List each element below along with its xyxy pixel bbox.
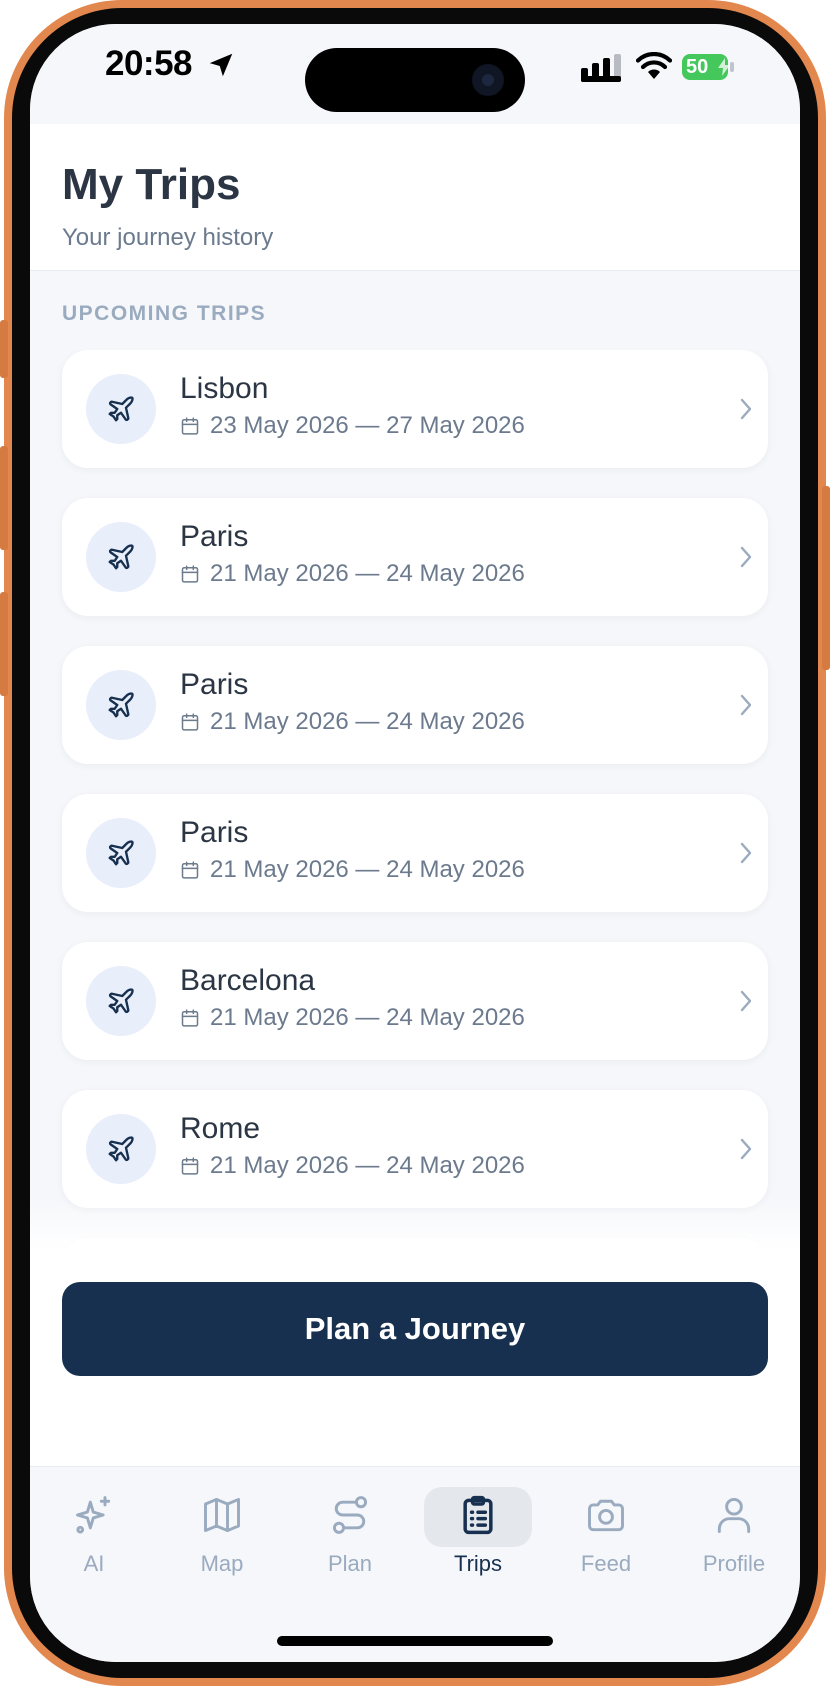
- home-indicator: [277, 1636, 553, 1646]
- trip-list[interactable]: Lisbon 23 May 2026 — 27 May 2026 Paris 21 M…: [30, 350, 800, 1250]
- calendar-icon: [181, 1157, 199, 1175]
- tab-label: AI: [83, 1551, 105, 1576]
- trip-date-range: 21 May 2026 — 24 May 2026: [210, 708, 525, 735]
- trip-date-range: 21 May 2026 — 24 May 2026: [210, 856, 525, 883]
- chevron-right-icon: [740, 694, 752, 716]
- trip-city: Barcelona: [180, 964, 316, 997]
- plane-icon: [108, 692, 134, 718]
- wifi-icon: [636, 52, 672, 79]
- trip-card[interactable]: Rome 21 May 2026 — 24 May 2026: [62, 1090, 768, 1208]
- plan-journey-button[interactable]: Plan a Journey: [62, 1282, 768, 1376]
- trip-city: Paris: [180, 816, 249, 849]
- trip-icon-badge: [86, 818, 156, 888]
- user-icon: [717, 1497, 751, 1533]
- trip-icon-badge: [86, 670, 156, 740]
- chevron-right-icon: [740, 990, 752, 1012]
- front-camera: [472, 64, 504, 96]
- trip-icon-badge: [86, 522, 156, 592]
- cellular-signal-icon: [581, 54, 621, 82]
- status-bar: 20:58 50: [30, 24, 800, 124]
- tab-profile[interactable]: Profile: [670, 1467, 798, 1587]
- calendar-icon: [181, 565, 199, 583]
- page-subtitle: Your journey history: [62, 224, 274, 251]
- trip-date-range: 23 May 2026 — 27 May 2026: [210, 412, 525, 439]
- battery-cap: [730, 62, 734, 72]
- sparkles-icon: [76, 1496, 111, 1534]
- chevron-right-icon: [740, 842, 752, 864]
- list-fade: [30, 1196, 800, 1250]
- chevron-right-icon: [740, 546, 752, 568]
- location-arrow-icon: [209, 53, 233, 77]
- status-time: 20:58: [105, 44, 193, 83]
- trip-card[interactable]: Paris 21 May 2026 — 24 May 2026: [62, 498, 768, 616]
- battery-indicator: 50: [682, 54, 730, 80]
- trip-date-range: 21 May 2026 — 24 May 2026: [210, 1152, 525, 1179]
- route-icon: [332, 1496, 368, 1534]
- trip-card[interactable]: Paris 21 May 2026 — 24 May 2026: [62, 646, 768, 764]
- map-icon: [204, 1497, 240, 1533]
- tab-label: Trips: [453, 1551, 503, 1576]
- trip-city: Rome: [180, 1112, 261, 1145]
- battery-level: 50: [686, 56, 709, 78]
- trip-card[interactable]: Barcelona 21 May 2026 — 24 May 2026: [62, 942, 768, 1060]
- plane-icon: [108, 396, 134, 422]
- charging-bolt-icon: [718, 58, 730, 76]
- tab-label: Feed: [580, 1551, 632, 1576]
- section-label: UPCOMING TRIPS: [62, 302, 267, 325]
- tab-bar: AI Map Plan Trips Feed Profile: [30, 1466, 800, 1662]
- trip-date-range: 21 May 2026 — 24 May 2026: [210, 1004, 525, 1031]
- trip-icon-badge: [86, 966, 156, 1036]
- tab-plan[interactable]: Plan: [286, 1467, 414, 1587]
- tab-trips[interactable]: Trips: [414, 1467, 542, 1587]
- calendar-icon: [181, 713, 199, 731]
- chevron-right-icon: [740, 398, 752, 420]
- phone-device: 20:58 50 My Trips Your journey history U…: [0, 0, 830, 1686]
- app-screen: 20:58 50 My Trips Your journey history U…: [30, 24, 800, 1662]
- camera-icon: [588, 1499, 624, 1532]
- calendar-icon: [181, 417, 199, 435]
- calendar-icon: [181, 861, 199, 879]
- trip-card[interactable]: Paris 21 May 2026 — 24 May 2026: [62, 794, 768, 912]
- plane-icon: [108, 544, 134, 570]
- cta-area: Plan a Journey: [30, 1250, 800, 1466]
- page-header: My Trips Your journey history: [30, 124, 800, 271]
- calendar-icon: [181, 1009, 199, 1027]
- tab-label: Map: [200, 1551, 244, 1576]
- clipboard-list-icon: [463, 1495, 493, 1535]
- trip-card[interactable]: Lisbon 23 May 2026 — 27 May 2026: [62, 350, 768, 468]
- page-title: My Trips: [62, 160, 241, 209]
- tab-ai[interactable]: AI: [30, 1467, 158, 1587]
- chevron-right-icon: [740, 1138, 752, 1160]
- plane-icon: [108, 988, 134, 1014]
- plane-icon: [108, 840, 134, 866]
- action-button: [0, 320, 8, 378]
- trip-icon-badge: [86, 1114, 156, 1184]
- trip-date-range: 21 May 2026 — 24 May 2026: [210, 560, 525, 587]
- tab-feed[interactable]: Feed: [542, 1467, 670, 1587]
- volume-up-button: [0, 446, 8, 550]
- volume-down-button: [0, 592, 8, 696]
- trip-city: Paris: [180, 520, 249, 553]
- trip-icon-badge: [86, 374, 156, 444]
- tab-label: Profile: [702, 1551, 766, 1576]
- tab-label: Plan: [327, 1551, 373, 1576]
- plane-icon: [108, 1136, 134, 1162]
- trip-city: Lisbon: [180, 372, 269, 405]
- trip-city: Paris: [180, 668, 249, 701]
- power-button: [822, 486, 830, 670]
- tab-map[interactable]: Map: [158, 1467, 286, 1587]
